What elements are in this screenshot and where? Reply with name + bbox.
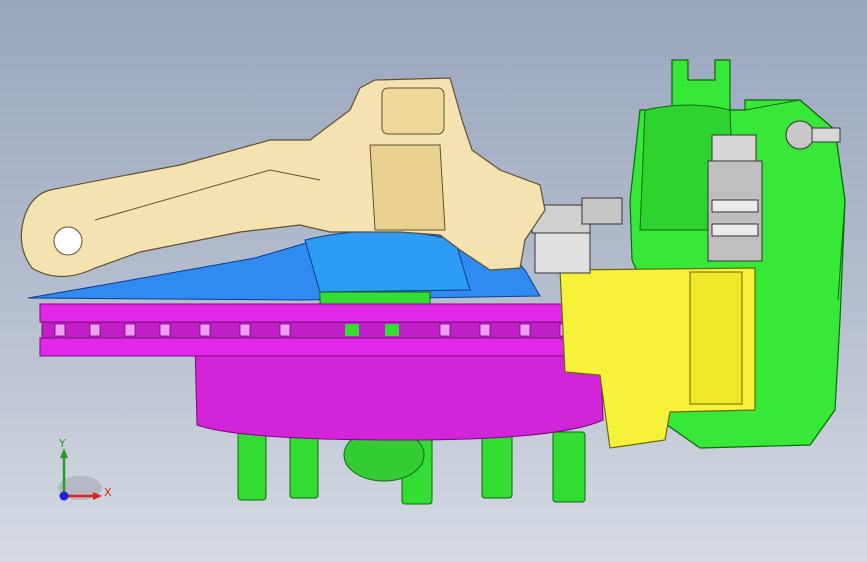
coordinate-triad: Y X bbox=[40, 436, 120, 516]
graphics-viewport[interactable]: Y X bbox=[0, 0, 867, 562]
assembly-model[interactable] bbox=[0, 0, 867, 562]
steering-knuckle[interactable] bbox=[20, 77, 546, 277]
x-axis-label: X bbox=[104, 486, 112, 499]
origin-marker bbox=[59, 491, 69, 501]
y-axis-label: Y bbox=[59, 437, 66, 450]
triad-axes bbox=[58, 448, 102, 501]
